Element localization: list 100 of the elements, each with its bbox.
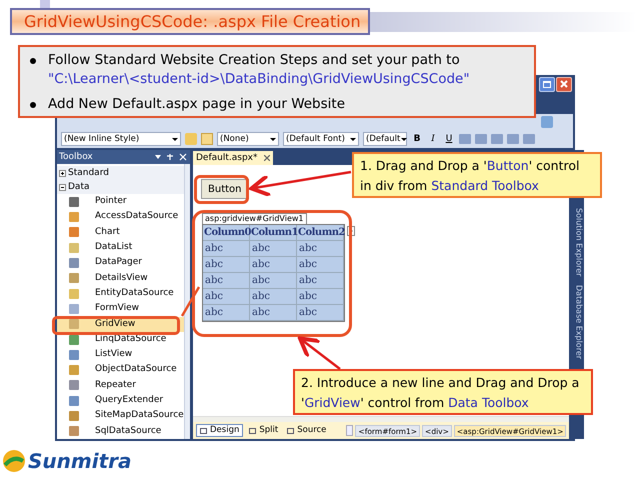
format-button[interactable]: I: [427, 132, 439, 146]
component-icon: [69, 304, 79, 314]
pointer-arrow: [298, 336, 341, 370]
panel-title: Toolbox: [59, 150, 93, 164]
leader-line: [180, 286, 200, 317]
toolbox-item[interactable]: Pointer: [57, 194, 184, 210]
table-cell: abc: [250, 289, 297, 306]
callout-text: 2. Introduce a new line and Drag and Drop a 'GridView' control from Data Toolbox: [301, 374, 580, 412]
component-icon: [69, 350, 79, 360]
component-icon: [69, 288, 79, 299]
style-icon[interactable]: [201, 133, 213, 146]
close-button[interactable]: [556, 77, 572, 92]
table-cell: abc: [250, 257, 297, 274]
caret-icon: [172, 138, 178, 141]
toolbox-item[interactable]: SiteMapDataSource: [57, 408, 184, 424]
component-icon: [69, 396, 79, 406]
bullet-icon: [30, 58, 36, 64]
control-tag: asp:gridview#GridView1: [202, 213, 306, 224]
view-tab[interactable]: Design: [196, 424, 244, 437]
toolbox-item[interactable]: AccessDataSource: [57, 210, 184, 225]
instruction-text: Follow Standard Website Creation Steps and set your path to: [48, 51, 461, 70]
table-cell: abc: [297, 273, 344, 290]
font-color-icon[interactable]: [459, 134, 471, 144]
panel-controls-icon[interactable]: [154, 153, 188, 162]
column-header: Column1: [250, 225, 297, 242]
caret-icon: [270, 138, 276, 141]
caret-icon: [350, 138, 356, 141]
highlight-icon[interactable]: [475, 134, 487, 144]
dropdown[interactable]: (Default Font): [283, 132, 359, 146]
table-cell: abc: [297, 257, 344, 274]
component-icon: [69, 380, 79, 390]
component-icon: [69, 319, 79, 330]
table-cell: abc: [203, 273, 250, 290]
view-icon: [287, 428, 294, 434]
table-cell: abc: [250, 241, 297, 258]
toolbox-item[interactable]: DataPager: [57, 255, 184, 271]
toolbox-item[interactable]: QueryExtender: [57, 393, 184, 408]
toolbar-icon[interactable]: [541, 116, 553, 128]
format-button[interactable]: U: [443, 132, 455, 146]
component-icon: [69, 411, 79, 422]
dropdown[interactable]: (Default: [363, 132, 407, 146]
caret-icon: [401, 138, 408, 141]
toolbox-item[interactable]: ListView: [57, 347, 184, 363]
toolbox-group[interactable]: Standard: [57, 166, 184, 180]
expand-icon: [59, 170, 66, 177]
close-icon[interactable]: [264, 155, 270, 162]
view-tab[interactable]: Split: [246, 424, 282, 437]
toolbox-item[interactable]: LinqDataSource: [57, 332, 184, 348]
close-icon: [560, 80, 568, 88]
toolbox-group[interactable]: Data: [57, 180, 184, 194]
bullet-icon: [30, 102, 36, 108]
side-tab[interactable]: Database Explorer: [572, 284, 584, 359]
view-tab[interactable]: Source: [284, 424, 330, 437]
slide-title: GridViewUsingCSCode: .aspx File Creation: [10, 8, 370, 35]
column-header: Column0: [203, 225, 250, 242]
view-icon: [200, 428, 207, 434]
toolbox-item[interactable]: DetailsView: [57, 270, 184, 286]
toolbox-item[interactable]: ObjectDataSource: [57, 362, 184, 378]
highlight-frame: [194, 175, 249, 204]
table-cell: abc: [203, 289, 250, 306]
numbered-list-icon[interactable]: [523, 134, 535, 144]
list-icon[interactable]: [507, 134, 519, 144]
maximize-button[interactable]: [539, 77, 555, 92]
toolbox-item[interactable]: SqlDataSource: [57, 424, 184, 439]
toolbox-item[interactable]: Chart: [57, 224, 184, 240]
component-icon: [69, 227, 79, 238]
component-icon: [69, 426, 79, 436]
table-cell: abc: [250, 273, 297, 290]
table-cell: abc: [250, 305, 297, 322]
button-control[interactable]: Button: [201, 179, 248, 200]
toolbox-item[interactable]: EntityDataSource: [57, 286, 184, 302]
toolbox-item[interactable]: FormView: [57, 301, 184, 317]
collapse-icon: [59, 184, 66, 191]
table-cell: abc: [203, 257, 250, 274]
component-icon: [69, 273, 79, 284]
align-icon[interactable]: [491, 134, 503, 144]
table-cell: abc: [297, 241, 344, 258]
view-icon: [249, 428, 256, 434]
document-tab[interactable]: Default.aspx*: [193, 151, 272, 166]
dropdown[interactable]: (New Inline Style): [61, 132, 181, 146]
component-icon: [69, 242, 79, 253]
path-text: "C:\Learner\<student-id>\DataBinding\GridViewUsingCSCode": [48, 70, 470, 89]
table-cell: abc: [297, 305, 344, 322]
format-button[interactable]: B: [411, 132, 423, 146]
side-tab[interactable]: Solution Explorer: [572, 208, 584, 277]
logo-text: Sunmitra: [28, 448, 132, 475]
component-icon: [69, 334, 79, 345]
toolbox-item[interactable]: DataList: [57, 240, 184, 256]
component-icon: [69, 212, 79, 222]
component-icon: [69, 365, 79, 376]
horizontal-scrollbar[interactable]: [193, 416, 570, 422]
toolbox-item[interactable]: Repeater: [57, 378, 184, 394]
scroll-left-button[interactable]: [346, 425, 354, 436]
component-icon: [69, 196, 79, 207]
instruction-text: Add New Default.aspx page in your Website: [48, 95, 346, 114]
brush-icon[interactable]: [185, 133, 197, 146]
table-cell: abc: [203, 305, 250, 322]
scrollbar[interactable]: [184, 164, 190, 439]
dropdown[interactable]: (None): [217, 132, 279, 146]
component-icon: [69, 258, 79, 268]
